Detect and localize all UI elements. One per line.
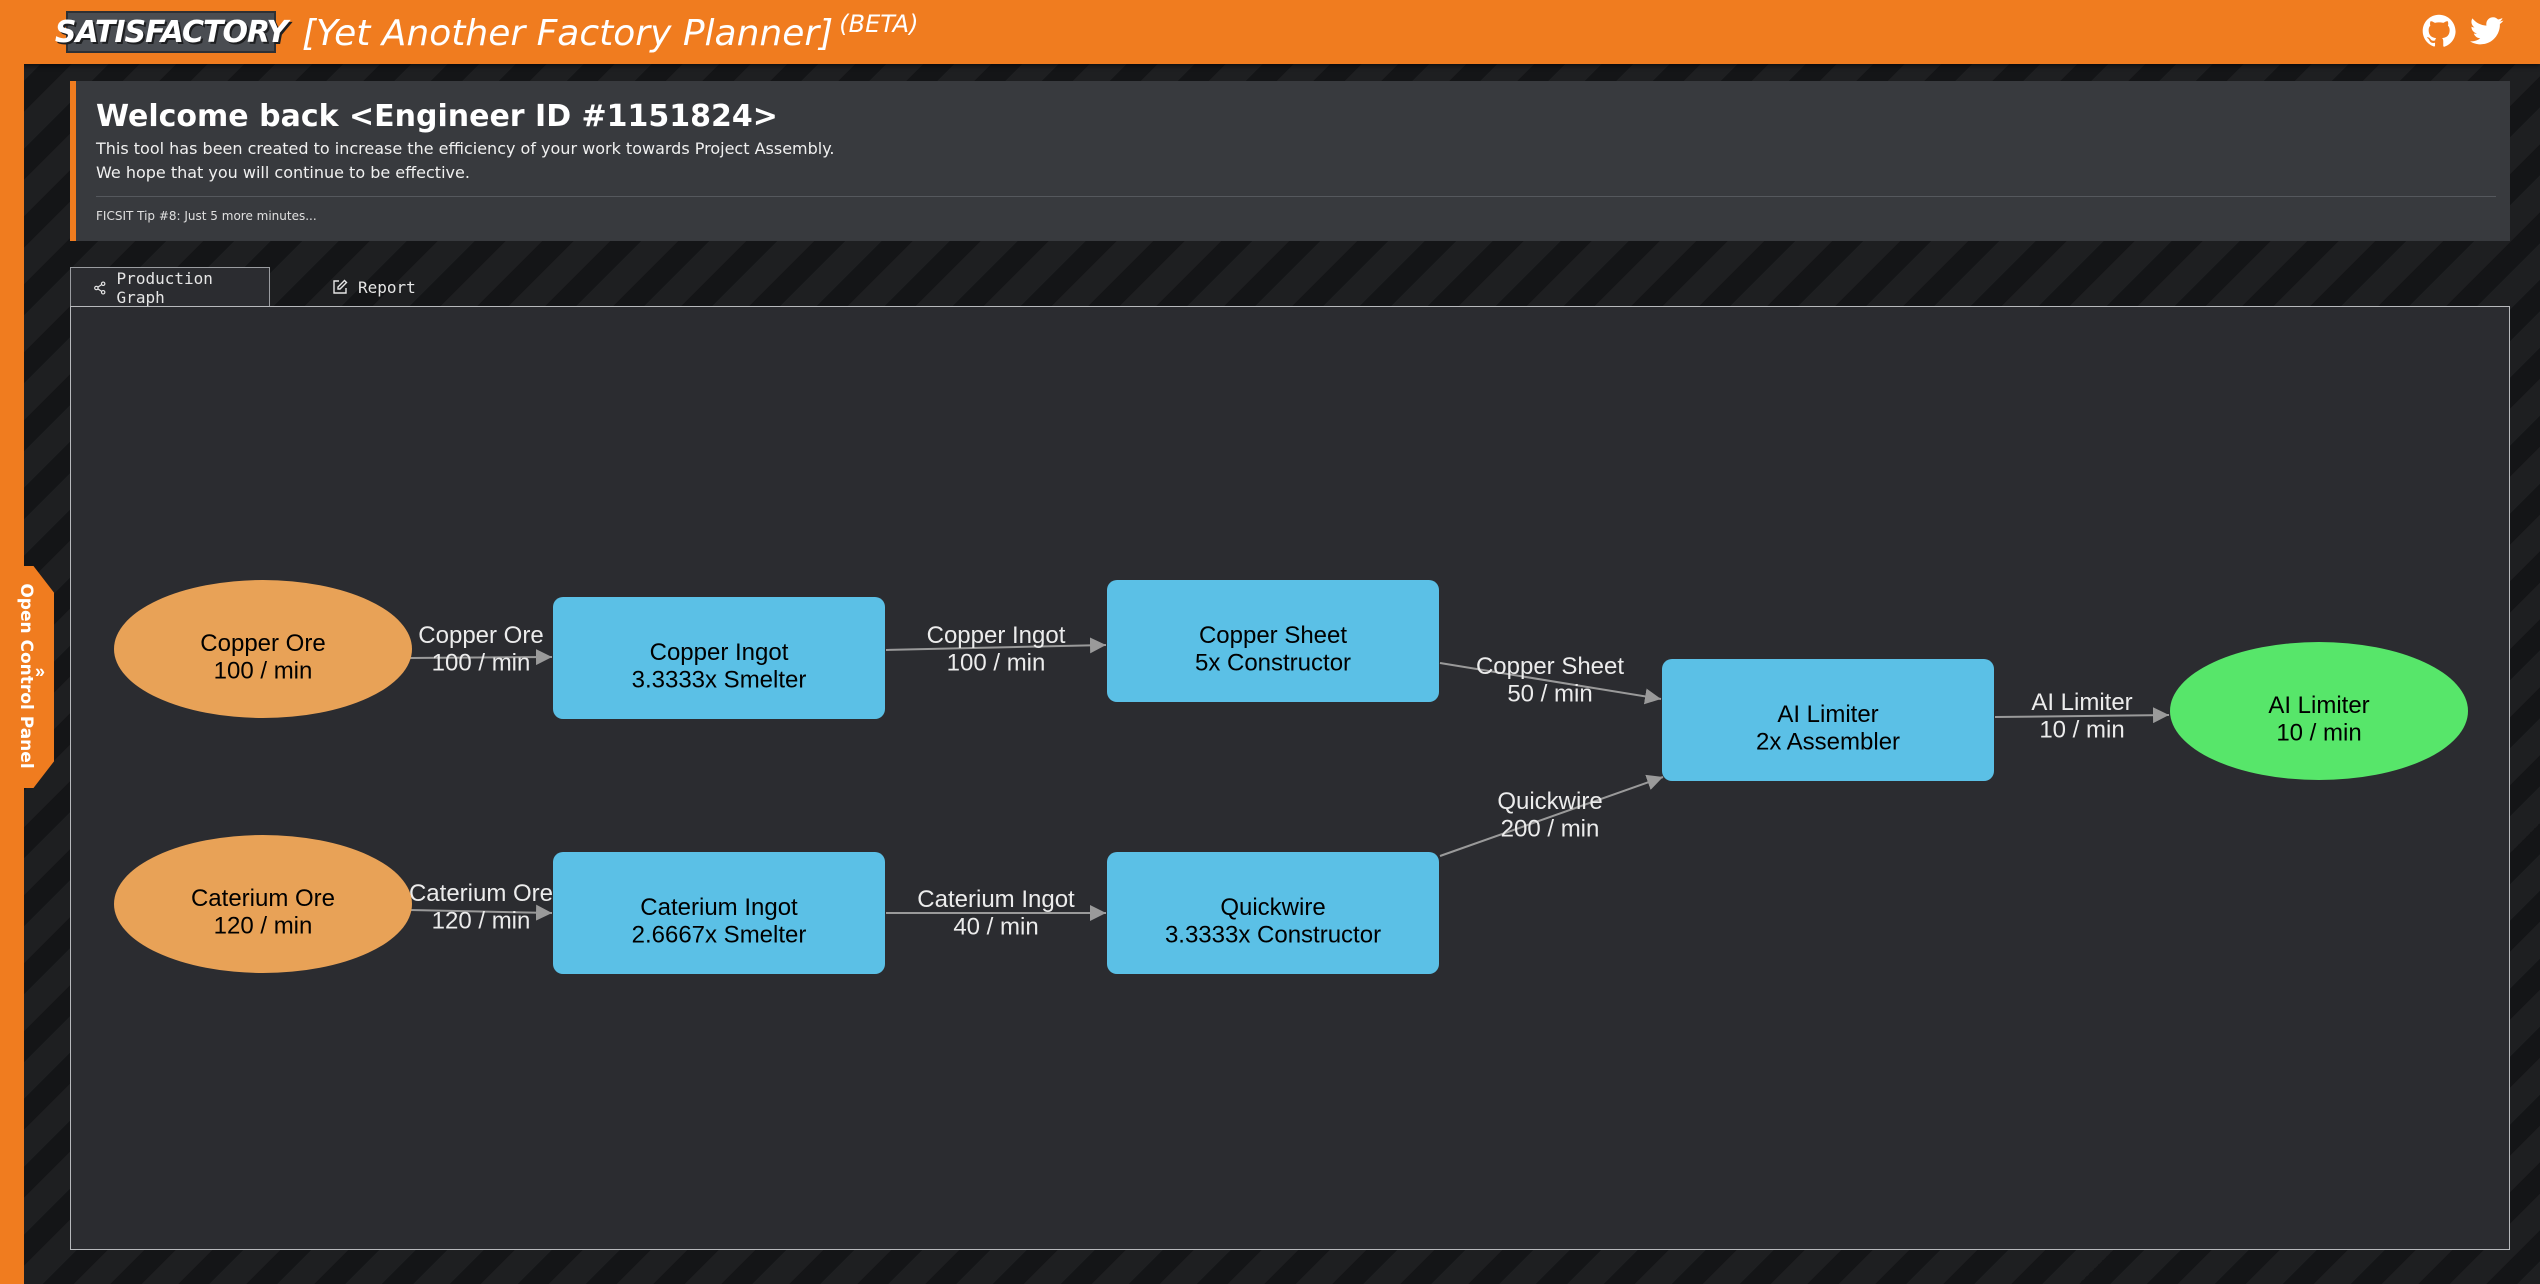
node-label-line-2: 3.3333x Smelter [632, 667, 807, 694]
github-icon[interactable] [2422, 14, 2456, 48]
top-bar: SATISFACTORY [Yet Another Factory Planne… [0, 0, 2540, 64]
edge-label: Caterium Ore 120 / min [409, 880, 553, 935]
node-label-line-2: 2.6667x Smelter [632, 922, 807, 949]
graph-edge-ai_limiter-to-ai_limiter_out[interactable]: AI Limiter 10 / min [1994, 689, 2170, 744]
node-label-line-2: 5x Constructor [1195, 650, 1351, 677]
graph-node-copper-ore[interactable]: Copper Ore 100 / min [114, 580, 412, 718]
graph-edge-caterium_ingot-to-quickwire[interactable]: Caterium Ingot 40 / min [886, 886, 1106, 941]
graph-edge-copper_ingot-to-copper_sheet[interactable]: Copper Ingot 100 / min [885, 622, 1107, 677]
satisfactory-logo[interactable]: SATISFACTORY [55, 11, 288, 53]
edit-icon [333, 279, 348, 294]
node-label-line-1: AI Limiter [2268, 692, 2369, 719]
welcome-panel: Welcome back <Engineer ID #1151824> This… [70, 81, 2510, 241]
node-label-line-1: Copper Ore [200, 630, 325, 657]
node-label: Copper Ore 100 / min [200, 630, 325, 685]
edge-label-line-2: 100 / min [947, 650, 1046, 677]
node-label-line-2: 100 / min [214, 658, 313, 685]
node-label: Copper Sheet 5x Constructor [1195, 622, 1351, 677]
edge-label-line-1: Copper Ingot [927, 622, 1066, 649]
welcome-title: Welcome back <Engineer ID #1151824> [96, 99, 778, 134]
node-label-line-1: Copper Sheet [1199, 622, 1347, 649]
graph-node-quickwire[interactable]: Quickwire 3.3333x Constructor [1107, 852, 1439, 974]
production-graph[interactable]: Copper Ore 100 / minCopper Ingot 100 / min… [71, 307, 2509, 1249]
node-label: AI Limiter 2x Assembler [1756, 701, 1900, 756]
node-label-line-2: 2x Assembler [1756, 729, 1900, 756]
node-label-line-2: 3.3333x Constructor [1165, 922, 1381, 949]
edge-label-line-1: Quickwire [1497, 788, 1602, 815]
graph-edge-copper_sheet-to-ai_limiter[interactable]: Copper Sheet 50 / min [1439, 653, 1662, 708]
node-label: Copper Ingot 3.3333x Smelter [632, 639, 807, 694]
node-label-line-1: Caterium Ingot [640, 894, 798, 921]
open-control-panel-button[interactable]: Open Control Panel » [0, 566, 54, 788]
edge-label-line-1: Copper Sheet [1476, 653, 1624, 680]
graph-node-caterium-ingot[interactable]: Caterium Ingot 2.6667x Smelter [553, 852, 885, 974]
edge-label-line-2: 100 / min [432, 650, 531, 677]
welcome-line-1: This tool has been created to increase t… [96, 139, 835, 158]
edge-label-line-2: 50 / min [1507, 681, 1592, 708]
node-label-line-1: Copper Ingot [650, 639, 789, 666]
edge-label: AI Limiter 10 / min [2031, 689, 2132, 744]
edge-label: Copper Ore 100 / min [418, 622, 543, 677]
node-label-line-2: 120 / min [214, 913, 313, 940]
tab-report[interactable]: Report [310, 267, 438, 307]
beta-badge: (BETA) [839, 10, 919, 38]
graph-node-ai-limiter[interactable]: AI Limiter 2x Assembler [1662, 659, 1994, 781]
node-label-line-1: Quickwire [1220, 894, 1325, 921]
tab-production-graph-label: Production Graph [116, 268, 213, 307]
welcome-line-2: We hope that you will continue to be eff… [96, 163, 470, 182]
edge-label-line-2: 10 / min [2039, 717, 2124, 744]
graph-edge-caterium_ore-to-caterium_ingot[interactable]: Caterium Ore 120 / min [409, 880, 553, 935]
graph-node-copper-sheet[interactable]: Copper Sheet 5x Constructor [1107, 580, 1439, 702]
tab-production-graph[interactable]: Production Graph [70, 267, 270, 307]
share-graph-icon [94, 280, 106, 295]
edge-label-line-1: Caterium Ingot [917, 886, 1075, 913]
edge-label-line-1: Copper Ore [418, 622, 543, 649]
node-label: Caterium Ingot 2.6667x Smelter [632, 894, 807, 949]
ficsit-tip: FICSIT Tip #8: Just 5 more minutes... [96, 209, 317, 223]
edge-label-line-2: 40 / min [953, 914, 1038, 941]
edge-label: Quickwire 200 / min [1497, 788, 1602, 843]
production-graph-panel[interactable]: Copper Ore 100 / min Copper Ingot 100 / min… [70, 306, 2510, 1250]
graph-edge-quickwire-to-ai_limiter[interactable]: Quickwire 200 / min [1439, 774, 1664, 857]
open-control-panel-label: Open Control Panel [16, 583, 36, 769]
double-chevron-right-icon: » [34, 661, 46, 682]
edge-label: Copper Ingot 100 / min [927, 622, 1066, 677]
graph-node-ai-limiter-out[interactable]: AI Limiter 10 / min [2170, 642, 2468, 780]
edge-label-line-1: Caterium Ore [409, 880, 553, 907]
node-label-line-2: 10 / min [2276, 720, 2361, 747]
app-title: [Yet Another Factory Planner] (BETA) [302, 10, 918, 54]
node-label-line-1: AI Limiter [1777, 701, 1878, 728]
edge-label: Copper Sheet 50 / min [1476, 653, 1624, 708]
twitter-icon[interactable] [2470, 14, 2504, 48]
graph-node-copper-ingot[interactable]: Copper Ingot 3.3333x Smelter [553, 597, 885, 719]
node-label-line-1: Caterium Ore [191, 885, 335, 912]
graph-edge-copper_ore-to-copper_ingot[interactable]: Copper Ore 100 / min [409, 622, 553, 677]
welcome-divider [96, 196, 2496, 197]
edge-label-line-2: 200 / min [1501, 816, 1600, 843]
edge-label-line-1: AI Limiter [2031, 689, 2132, 716]
edge-label-line-2: 120 / min [432, 908, 531, 935]
graph-node-caterium-ore[interactable]: Caterium Ore 120 / min [114, 835, 412, 973]
node-label: AI Limiter 10 / min [2268, 692, 2369, 747]
tab-report-label: Report [358, 277, 416, 297]
app-title-text: [Yet Another Factory Planner] [302, 13, 834, 54]
